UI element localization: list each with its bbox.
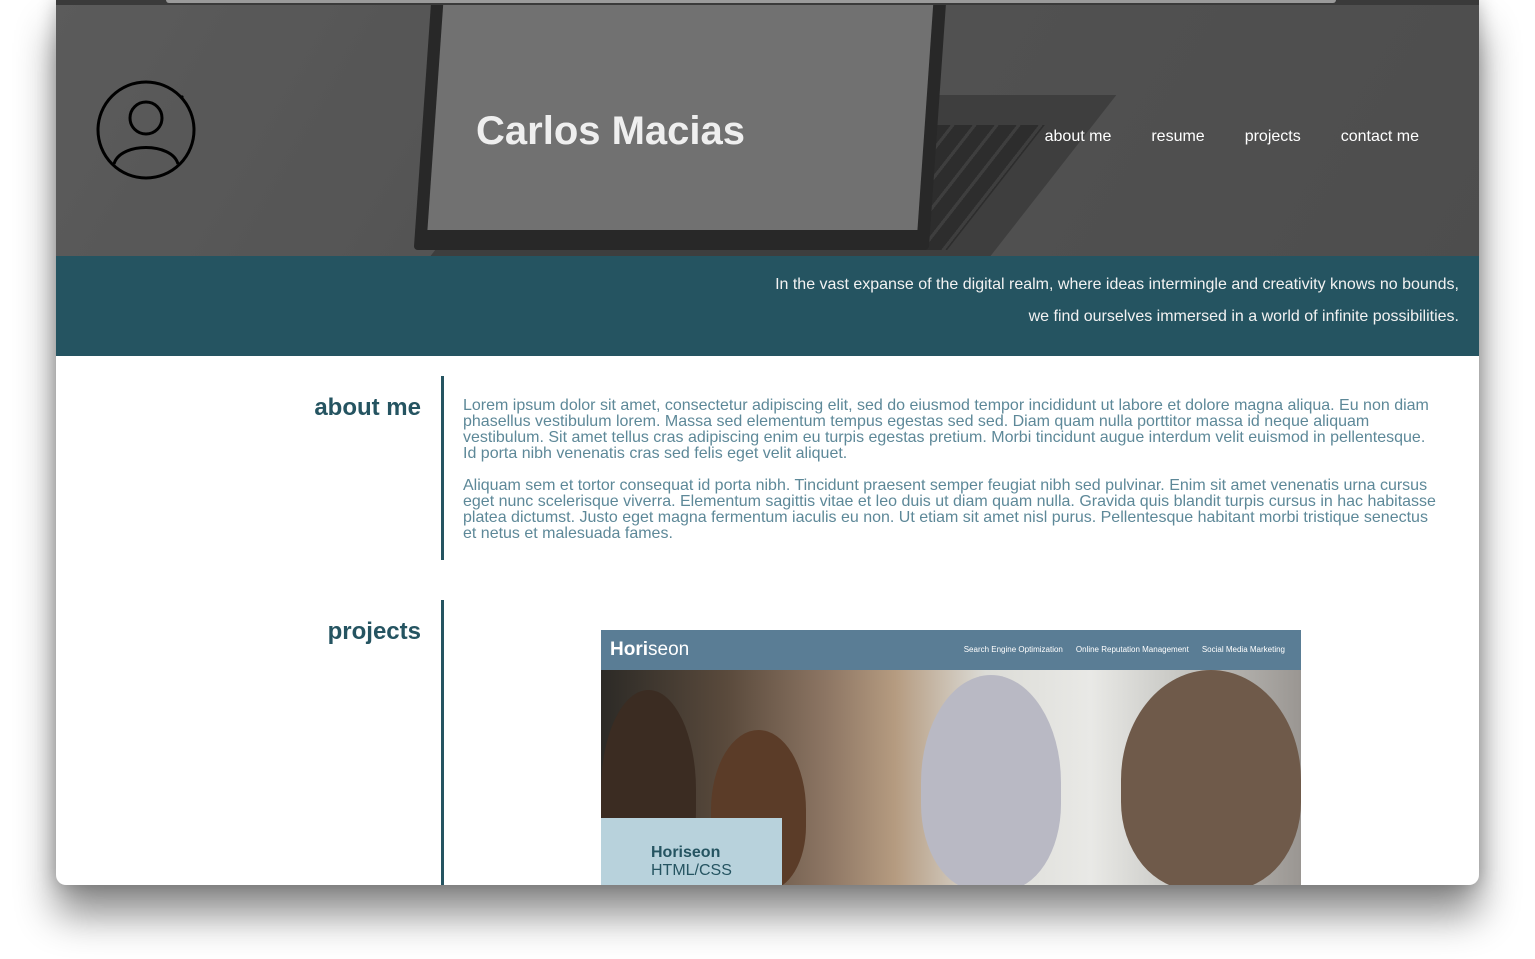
user-avatar-icon — [96, 80, 196, 180]
about-paragraph-1: Lorem ipsum dolor sit amet, consectetur … — [463, 397, 1429, 462]
projects-divider — [441, 600, 444, 885]
projects-heading: projects — [327, 618, 421, 645]
hero-header: Carlos Macias about me resume projects c… — [56, 5, 1479, 256]
project-nav-item: Social Media Marketing — [1201, 645, 1285, 654]
photo-person-3 — [921, 675, 1061, 885]
nav-contact-me[interactable]: contact me — [1341, 128, 1419, 146]
project-site-nav: Search Engine Optimization Online Reputa… — [964, 645, 1285, 654]
nav-projects[interactable]: projects — [1245, 128, 1301, 146]
project-label: Horiseon HTML/CSS — [601, 818, 782, 885]
main-nav: about me resume projects contact me — [1045, 128, 1419, 146]
about-divider — [441, 376, 444, 560]
about-heading: about me — [314, 394, 421, 421]
project-nav-item: Search Engine Optimization — [963, 645, 1063, 654]
tagline-banner: In the vast expanse of the digital realm… — [56, 256, 1479, 356]
project-card-horiseon[interactable]: Horiseon Search Engine Optimization Onli… — [601, 630, 1301, 885]
browser-window: Carlos Macias about me resume projects c… — [56, 0, 1479, 885]
tagline-line-1: In the vast expanse of the digital realm… — [775, 276, 1459, 293]
nav-resume[interactable]: resume — [1151, 128, 1204, 146]
photo-person-4 — [1121, 670, 1301, 885]
nav-about-me[interactable]: about me — [1045, 128, 1112, 146]
tagline-line-2: we find ourselves immersed in a world of… — [1028, 308, 1459, 325]
about-paragraph-2: Aliquam sem et tortor consequat id porta… — [463, 477, 1436, 542]
project-site-logo: Horiseon — [610, 639, 690, 660]
project-nav-item: Online Reputation Management — [1075, 645, 1189, 654]
address-bar-edge — [166, 0, 1336, 3]
site-title: Carlos Macias — [476, 109, 746, 153]
project-tech: HTML/CSS — [651, 862, 732, 879]
about-body: Lorem ipsum dolor sit amet, consectetur … — [463, 398, 1443, 558]
project-name: Horiseon — [651, 844, 721, 861]
project-site-header: Horiseon Search Engine Optimization Onli… — [601, 630, 1301, 670]
